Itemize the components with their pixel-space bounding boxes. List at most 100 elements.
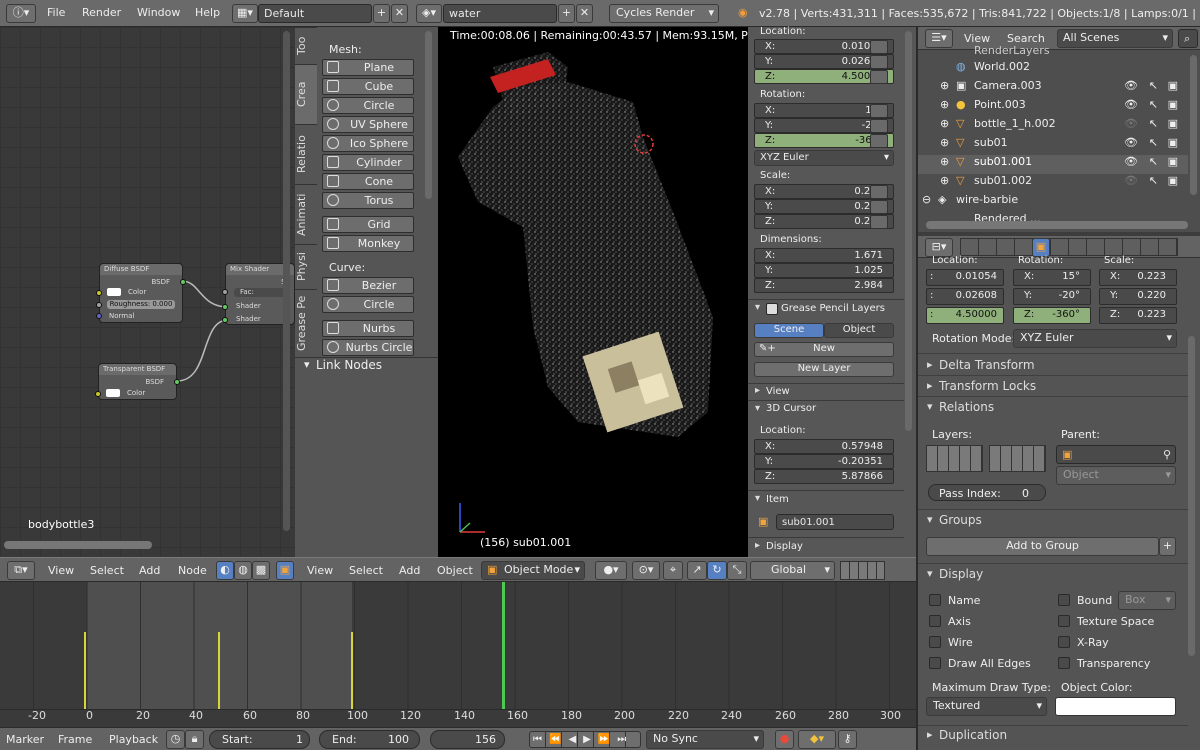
fac-input-socket[interactable] bbox=[222, 289, 228, 295]
scale-y-field[interactable]: Y: 0.220 bbox=[1099, 288, 1177, 305]
cursor-icon[interactable]: ↖ bbox=[1149, 117, 1158, 130]
diffuse-bsdf-node[interactable]: Diffuse BSDF BSDF Color Roughness: 0.000… bbox=[96, 263, 186, 323]
mode-dropdown[interactable]: ▣ Object Mode ▾ bbox=[481, 561, 585, 580]
show-axis-checkbox[interactable] bbox=[929, 615, 941, 627]
eye-icon[interactable]: 👁 bbox=[1124, 117, 1138, 130]
menu-view[interactable]: View bbox=[307, 564, 333, 577]
color-swatch[interactable] bbox=[107, 288, 121, 296]
pass-index-field[interactable]: Pass Index: 0 bbox=[928, 484, 1046, 501]
add-torus-button[interactable]: Torus bbox=[322, 192, 414, 209]
location-z-field[interactable]: : 4.50000 bbox=[926, 307, 1004, 324]
frame-ruler[interactable]: -20 0 20 40 60 80 100 120 140 160 180 20… bbox=[0, 709, 916, 727]
duplication-header[interactable]: Duplication bbox=[939, 728, 1200, 748]
menu-add[interactable]: Add bbox=[139, 564, 160, 577]
draw-all-edges-checkbox[interactable] bbox=[929, 657, 941, 669]
cursor-icon[interactable]: ↖ bbox=[1149, 155, 1158, 168]
menu-node[interactable]: Node bbox=[178, 564, 207, 577]
object-type-button[interactable]: ▣ bbox=[276, 561, 294, 580]
start-frame-field[interactable]: Start: 1 bbox=[209, 730, 310, 749]
lock-icon[interactable] bbox=[870, 40, 888, 54]
normal-input-socket[interactable] bbox=[96, 313, 102, 319]
add-cylinder-button[interactable]: Cylinder bbox=[322, 154, 414, 171]
collapse-arrow-icon[interactable]: ▾ bbox=[755, 302, 760, 313]
outliner-vscrollbar[interactable] bbox=[1190, 55, 1197, 195]
keyframe-marker[interactable] bbox=[218, 632, 220, 709]
outliner-row[interactable]: ⊕ ● Point.003 👁 ↖ ▣ bbox=[918, 98, 1188, 117]
cursor-icon[interactable]: ↖ bbox=[1149, 98, 1158, 111]
expand-icon[interactable]: ⊕ bbox=[940, 174, 949, 187]
rotation-mode-dropdown[interactable]: XYZ Euler ▾ bbox=[1013, 329, 1177, 348]
render-icon[interactable]: ▣ bbox=[1168, 174, 1178, 187]
outliner-row[interactable]: ⊕ ▽ sub01.002 👁 ↖ ▣ bbox=[918, 174, 1188, 193]
tab-animation[interactable]: Animati bbox=[295, 184, 317, 244]
menu-window[interactable]: Window bbox=[137, 6, 180, 19]
lock-icon[interactable] bbox=[870, 119, 888, 133]
add-uv-sphere-button[interactable]: UV Sphere bbox=[322, 116, 414, 133]
gp-scene-button[interactable]: Scene bbox=[754, 323, 824, 338]
x-ray-checkbox[interactable] bbox=[1058, 636, 1070, 648]
display-section-header[interactable]: Display bbox=[766, 541, 803, 552]
remove-scene-button[interactable]: ✕ bbox=[576, 4, 593, 23]
current-frame-field[interactable]: 156 bbox=[430, 730, 505, 749]
add-nurbs-curve-button[interactable]: Nurbs Curve bbox=[322, 320, 414, 350]
bsdf-output-socket[interactable] bbox=[174, 379, 180, 385]
color-swatch[interactable] bbox=[106, 389, 120, 397]
layer-grid-left[interactable] bbox=[926, 445, 983, 472]
expand-arrow-icon[interactable]: ▸ bbox=[927, 728, 933, 741]
parent-type-dropdown[interactable]: Object ▾ bbox=[1056, 466, 1176, 485]
3d-viewport[interactable]: Time:00:08.06 | Remaining:00:43.57 | Mem… bbox=[438, 27, 771, 557]
scale-z-field[interactable]: Z: 0.223 bbox=[1099, 307, 1177, 324]
layer-buttons[interactable] bbox=[840, 561, 885, 580]
render-icon[interactable]: ▣ bbox=[1168, 98, 1178, 111]
cursor-y-field[interactable]: Y: -0.20351 bbox=[754, 454, 894, 469]
expand-icon[interactable]: ⊕ bbox=[940, 79, 949, 92]
eye-icon[interactable]: 👁 bbox=[1124, 79, 1138, 92]
add-nurbs-circle-button[interactable]: Nurbs Circle bbox=[322, 339, 414, 356]
collapse-arrow-icon[interactable]: ▾ bbox=[755, 493, 760, 504]
color-input-socket[interactable] bbox=[96, 290, 102, 296]
add-scene-button[interactable]: + bbox=[558, 4, 575, 23]
add-cone-button[interactable]: Cone bbox=[322, 173, 414, 190]
expand-arrow-icon[interactable]: ▸ bbox=[927, 358, 933, 371]
layout-selector[interactable]: ▦▾ bbox=[232, 4, 258, 23]
eye-icon[interactable]: 👁 bbox=[1124, 155, 1138, 168]
shader1-input-socket[interactable] bbox=[222, 304, 228, 310]
outliner-hscrollbar[interactable] bbox=[926, 221, 1188, 229]
menu-file[interactable]: File bbox=[47, 6, 65, 19]
show-wire-checkbox[interactable] bbox=[929, 636, 941, 648]
keying-set-button[interactable]: ◆▾ bbox=[798, 730, 836, 749]
menu-playback[interactable]: Playback bbox=[109, 733, 158, 746]
outliner-row[interactable]: ⊕ ▽ sub01 👁 ↖ ▣ bbox=[918, 136, 1188, 155]
render-icon[interactable]: ▣ bbox=[1168, 79, 1178, 92]
groups-header[interactable]: Groups bbox=[939, 513, 1200, 533]
expand-arrow-icon[interactable]: ▸ bbox=[755, 385, 760, 396]
scale-x-field[interactable]: X: 0.223 bbox=[1099, 269, 1177, 286]
add-plane-button[interactable]: Plane bbox=[322, 59, 414, 76]
menu-select[interactable]: Select bbox=[90, 564, 124, 577]
shelf-scrollbar[interactable] bbox=[905, 31, 912, 431]
preview-range-button[interactable]: ◷ bbox=[166, 730, 185, 749]
add-circle-button[interactable]: Circle bbox=[322, 97, 414, 114]
tab-physics[interactable]: Physi bbox=[295, 244, 317, 289]
toolshelf-scrollbar[interactable] bbox=[425, 31, 432, 199]
shader2-input-socket[interactable] bbox=[222, 317, 228, 323]
max-draw-type-dropdown[interactable]: Textured ▾ bbox=[926, 697, 1047, 716]
playback-controls[interactable]: ⏮⏪◀▶⏩⏭ bbox=[529, 731, 641, 748]
shader-type-button[interactable]: ◐ bbox=[216, 561, 234, 580]
eye-icon[interactable]: 👁 bbox=[1124, 98, 1138, 111]
current-frame-indicator[interactable] bbox=[502, 582, 505, 709]
texture-space-checkbox[interactable] bbox=[1058, 615, 1070, 627]
node-editor[interactable]: Diffuse BSDF BSDF Color Roughness: 0.000… bbox=[0, 27, 295, 557]
lock-icon[interactable] bbox=[870, 185, 888, 199]
gp-new-button[interactable]: ✎+ New bbox=[754, 342, 894, 357]
color-input-socket[interactable] bbox=[95, 391, 101, 397]
collapse-icon[interactable]: ⊖ bbox=[922, 193, 931, 206]
display-header[interactable]: Display bbox=[939, 567, 1200, 587]
vertical-scrollbar[interactable] bbox=[283, 31, 290, 531]
auto-key-button[interactable]: ● bbox=[775, 730, 794, 749]
shading-dropdown[interactable]: ●▾ bbox=[595, 561, 627, 580]
outliner-row[interactable]: ◍ World.002 bbox=[918, 60, 1188, 79]
rotation-z-field[interactable]: Z: -360° bbox=[1013, 307, 1091, 324]
cursor-z-field[interactable]: Z: 5.87866 bbox=[754, 469, 894, 484]
add-cube-button[interactable]: Cube bbox=[322, 78, 414, 95]
